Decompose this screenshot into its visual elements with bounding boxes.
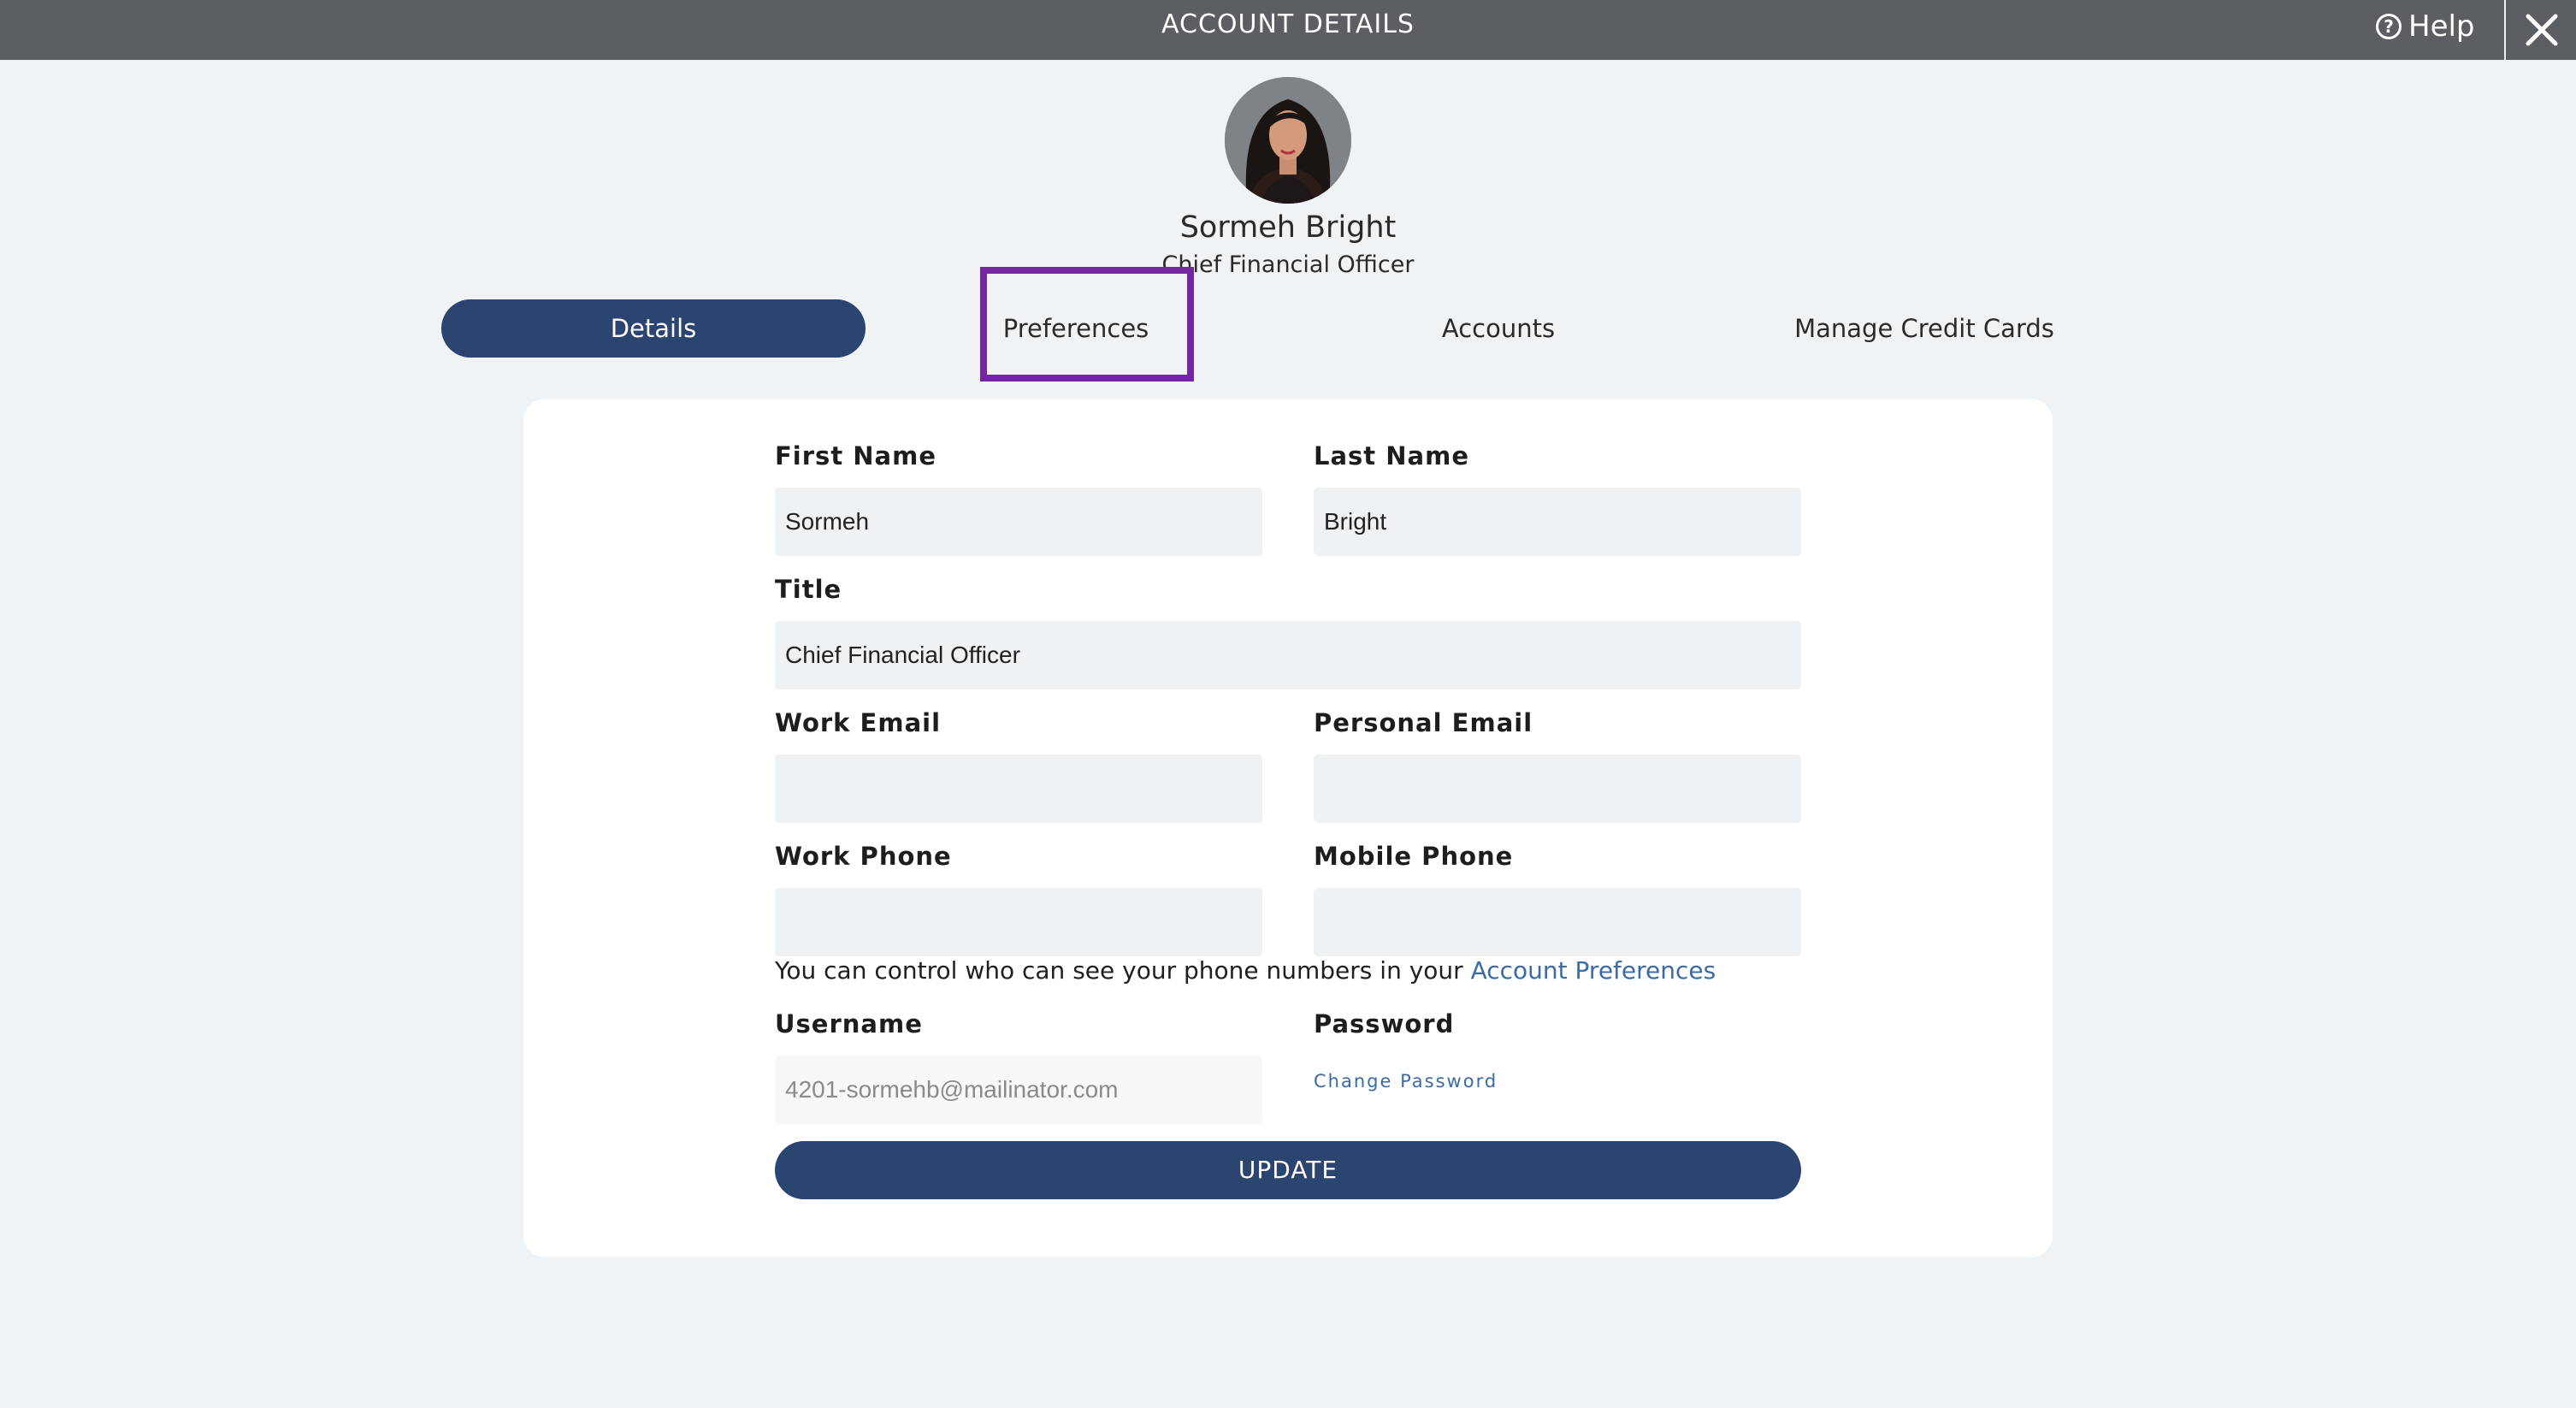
- topbar-divider: [2504, 0, 2506, 60]
- username-label: Username: [775, 1009, 923, 1038]
- tab-preferences[interactable]: Preferences: [982, 299, 1170, 358]
- mobile-phone-label: Mobile Phone: [1314, 842, 1514, 871]
- profile-name: Sormeh Bright: [1179, 210, 1397, 245]
- page-title: ACCOUNT DETAILS: [1161, 9, 1415, 39]
- work-email-input[interactable]: [775, 754, 1262, 823]
- mobile-phone-input[interactable]: [1314, 888, 1801, 956]
- help-link[interactable]: ? Help: [2376, 7, 2475, 46]
- first-name-input[interactable]: [775, 488, 1262, 556]
- tab-details[interactable]: Details: [441, 299, 866, 358]
- username-input: [775, 1056, 1262, 1124]
- personal-email-label: Personal Email: [1314, 708, 1533, 737]
- form-card: [523, 399, 2053, 1257]
- first-name-label: First Name: [775, 441, 936, 470]
- help-label: Help: [2408, 9, 2475, 44]
- tab-manage-credit-cards[interactable]: Manage Credit Cards: [1787, 299, 2061, 358]
- title-label: Title: [775, 575, 842, 604]
- profile-title: Chief Financial Officer: [1161, 251, 1415, 278]
- close-button[interactable]: [2508, 0, 2576, 60]
- last-name-label: Last Name: [1314, 441, 1469, 470]
- work-phone-label: Work Phone: [775, 842, 952, 871]
- account-preferences-link[interactable]: Account Preferences: [1471, 956, 1716, 985]
- close-icon: [2526, 14, 2558, 46]
- title-input[interactable]: [775, 621, 1801, 689]
- phone-visibility-notice: You can control who can see your phone n…: [775, 956, 1716, 985]
- question-circle-icon: ?: [2376, 14, 2402, 39]
- password-label: Password: [1314, 1009, 1455, 1038]
- change-password-link[interactable]: Change Password: [1314, 1071, 1498, 1091]
- phone-notice-text: You can control who can see your phone n…: [775, 956, 1471, 985]
- work-phone-input[interactable]: [775, 888, 1262, 956]
- user-photo-icon: [1225, 77, 1351, 204]
- work-email-label: Work Email: [775, 708, 942, 737]
- avatar: [1225, 77, 1351, 204]
- update-button[interactable]: UPDATE: [775, 1141, 1801, 1199]
- last-name-input[interactable]: [1314, 488, 1801, 556]
- tab-accounts[interactable]: Accounts: [1403, 299, 1594, 358]
- top-bar: ACCOUNT DETAILS ? Help: [0, 0, 2576, 60]
- personal-email-input[interactable]: [1314, 754, 1801, 823]
